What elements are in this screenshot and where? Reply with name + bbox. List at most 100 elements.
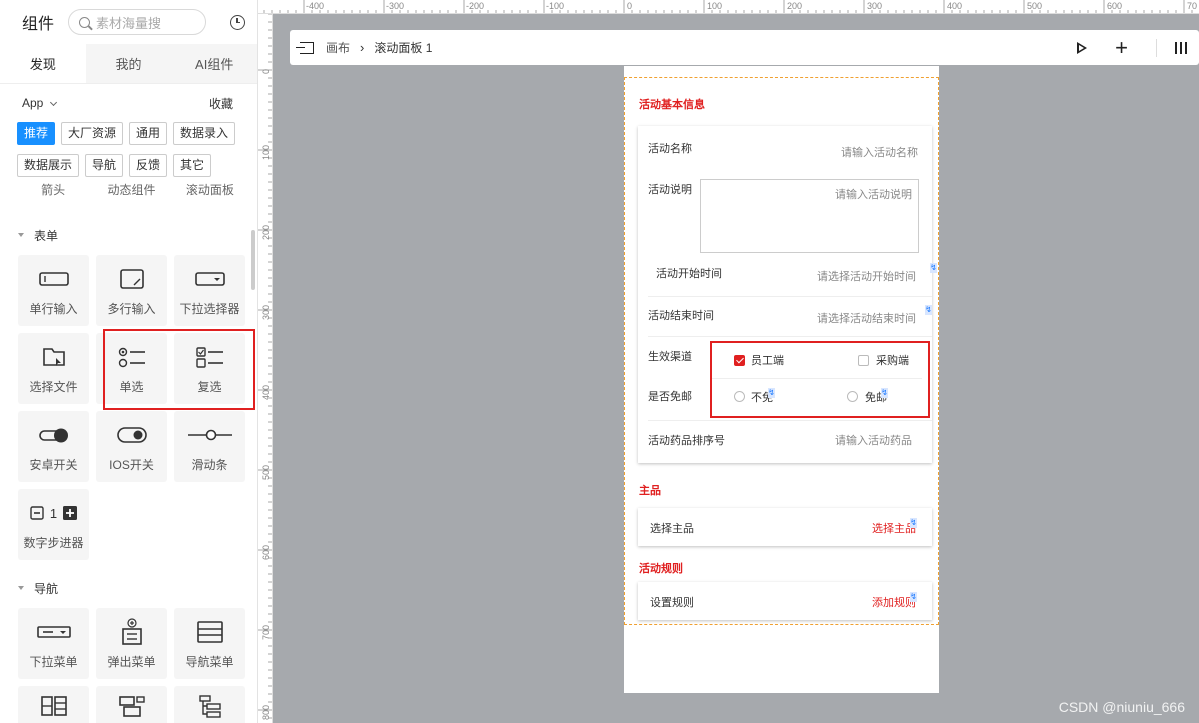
tab-discover[interactable]: 发现	[0, 44, 86, 83]
section-basic-info-title: 活动基本信息	[639, 99, 705, 111]
columns-icon[interactable]	[1175, 41, 1187, 54]
component-multi-input[interactable]: 多行输入	[96, 255, 167, 326]
component-android-switch[interactable]: 安卓开关	[18, 411, 89, 482]
component-label: 导航菜单	[185, 655, 234, 669]
chip-navigation[interactable]: 导航	[85, 154, 124, 177]
section-rules-title: 活动规则	[639, 563, 683, 575]
component-layout-c[interactable]	[174, 686, 245, 723]
component-label: IOS开关	[109, 458, 154, 472]
component-layout-b[interactable]	[96, 686, 167, 723]
component-file-select[interactable]: 选择文件	[18, 333, 89, 404]
component-label: 安卓开关	[29, 458, 78, 472]
chip-data-entry[interactable]: 数据录入	[173, 122, 236, 145]
link-marker-icon: ↯	[910, 518, 917, 528]
end-time-picker[interactable]: 请选择活动结束时间	[817, 310, 916, 326]
toolbar-divider	[1156, 38, 1157, 57]
chip-data-display[interactable]: 数据展示	[17, 154, 80, 177]
slider-icon	[187, 420, 233, 450]
chevron-down-icon	[50, 98, 58, 107]
panel-scrollbar[interactable]	[251, 230, 255, 290]
ruler-label: 400	[261, 384, 271, 400]
app-dropdown-label: App	[22, 96, 44, 110]
chip-general[interactable]: 通用	[129, 122, 168, 145]
main-product-label: 选择主品	[650, 523, 694, 535]
section-form-header[interactable]: 表单	[0, 215, 257, 255]
search-placeholder: 素材海量搜	[96, 15, 162, 31]
app-dropdown[interactable]: App	[22, 96, 58, 110]
chip-other[interactable]: 其它	[173, 154, 212, 177]
component-label: 滑动条	[191, 458, 228, 472]
layout-tabs-icon	[118, 691, 146, 721]
history-icon[interactable]	[230, 14, 245, 30]
panel-title: 组件	[22, 16, 55, 33]
panel-tabs: 发现 我的 AI组件	[0, 44, 257, 84]
row-divider	[710, 378, 922, 379]
shipping-yes-radio[interactable]	[847, 391, 858, 402]
channel-employee-checkbox[interactable]	[734, 355, 745, 366]
chip-big-factory[interactable]: 大厂资源	[61, 122, 124, 145]
folder-cursor-icon	[41, 342, 67, 372]
add-icon[interactable]: +	[1115, 36, 1128, 58]
category-chips: 推荐 大厂资源 通用 数据录入 数据展示 导航 反馈 其它	[0, 122, 257, 177]
row-divider	[648, 296, 932, 297]
activity-desc-textarea[interactable]: 请输入活动说明	[700, 179, 919, 253]
activity-desc-placeholder: 请输入活动说明	[835, 189, 912, 201]
component-radio[interactable]: 单选	[96, 333, 167, 404]
ruler-top: -400 -300 -200 -100 0 100 200 300 400 50…	[258, 0, 1199, 14]
component-dropdown-menu[interactable]: 下拉菜单	[18, 608, 89, 679]
component-popup-menu[interactable]: 弹出菜单	[96, 608, 167, 679]
component-label: 下拉菜单	[29, 655, 78, 669]
ruler-label: 500	[261, 464, 271, 480]
row-divider	[648, 420, 932, 421]
popup-menu-icon	[120, 617, 144, 647]
component-nav-menu[interactable]: 导航菜单	[174, 608, 245, 679]
search-input[interactable]: 素材海量搜	[68, 9, 207, 35]
breadcrumb-canvas[interactable]: 画布	[326, 39, 350, 56]
shipping-no-radio[interactable]	[734, 391, 745, 402]
chip-recommend[interactable]: 推荐	[17, 122, 56, 145]
link-marker-icon: ↯	[881, 388, 888, 398]
tab-mine[interactable]: 我的	[85, 44, 172, 83]
component-label: 数字步进器	[23, 536, 84, 550]
ruler-label: -100	[546, 1, 565, 11]
checkbox-list-icon	[195, 342, 225, 372]
play-icon[interactable]	[1077, 41, 1088, 54]
sort-number-input[interactable]: 请输入活动药品	[835, 432, 912, 448]
app-filter-row: App 收藏	[0, 84, 257, 122]
exit-icon[interactable]	[296, 41, 314, 54]
section-main-product-title: 主品	[639, 485, 661, 497]
tab-ai-components[interactable]: AI组件	[171, 44, 257, 83]
section-nav-header[interactable]: 导航	[0, 568, 257, 608]
ruler-label: 100	[707, 1, 723, 11]
channel-purchase-checkbox[interactable]	[858, 355, 869, 366]
partial-component-row: 箭头 动态组件 滚动面板	[0, 181, 257, 205]
basic-info-card: 活动名称 请输入活动名称 活动说明 请输入活动说明 活动开始时间 请选择活动开始…	[638, 126, 937, 463]
component-arrow[interactable]: 箭头	[18, 181, 88, 205]
component-label: 选择文件	[29, 380, 78, 394]
channel-employee-label: 员工端	[751, 355, 784, 367]
android-switch-icon	[38, 420, 70, 450]
component-checkbox[interactable]: 复选	[174, 333, 245, 404]
row-divider	[648, 336, 932, 337]
link-marker-icon: ↯	[768, 388, 775, 398]
nav-menu-icon	[196, 617, 224, 647]
component-scroll-panel[interactable]: 滚动面板	[175, 181, 245, 205]
chip-feedback[interactable]: 反馈	[129, 154, 168, 177]
component-slider[interactable]: 滑动条	[174, 411, 245, 482]
link-marker-icon: ↯	[925, 305, 932, 315]
ruler-label: 600	[1107, 1, 1123, 11]
component-dropdown-select[interactable]: 下拉选择器	[174, 255, 245, 326]
editor-toolbar: 画布 › 滚动面板 1 +	[290, 30, 1199, 65]
favorite-link[interactable]: 收藏	[209, 95, 233, 112]
number-stepper-icon: 1	[30, 498, 78, 528]
component-number-stepper[interactable]: 1 数字步进器	[18, 489, 89, 560]
component-label: 单行输入	[29, 302, 78, 316]
component-dynamic[interactable]: 动态组件	[96, 181, 166, 205]
main-product-card: 选择主品 选择主品 ↯	[638, 508, 932, 546]
component-ios-switch[interactable]: IOS开关	[96, 411, 167, 482]
component-single-input[interactable]: 单行输入	[18, 255, 89, 326]
set-rules-label: 设置规则	[650, 597, 694, 609]
activity-name-input[interactable]: 请输入活动名称	[841, 144, 918, 160]
start-time-picker[interactable]: 请选择活动开始时间	[817, 268, 916, 284]
component-layout-a[interactable]	[18, 686, 89, 723]
